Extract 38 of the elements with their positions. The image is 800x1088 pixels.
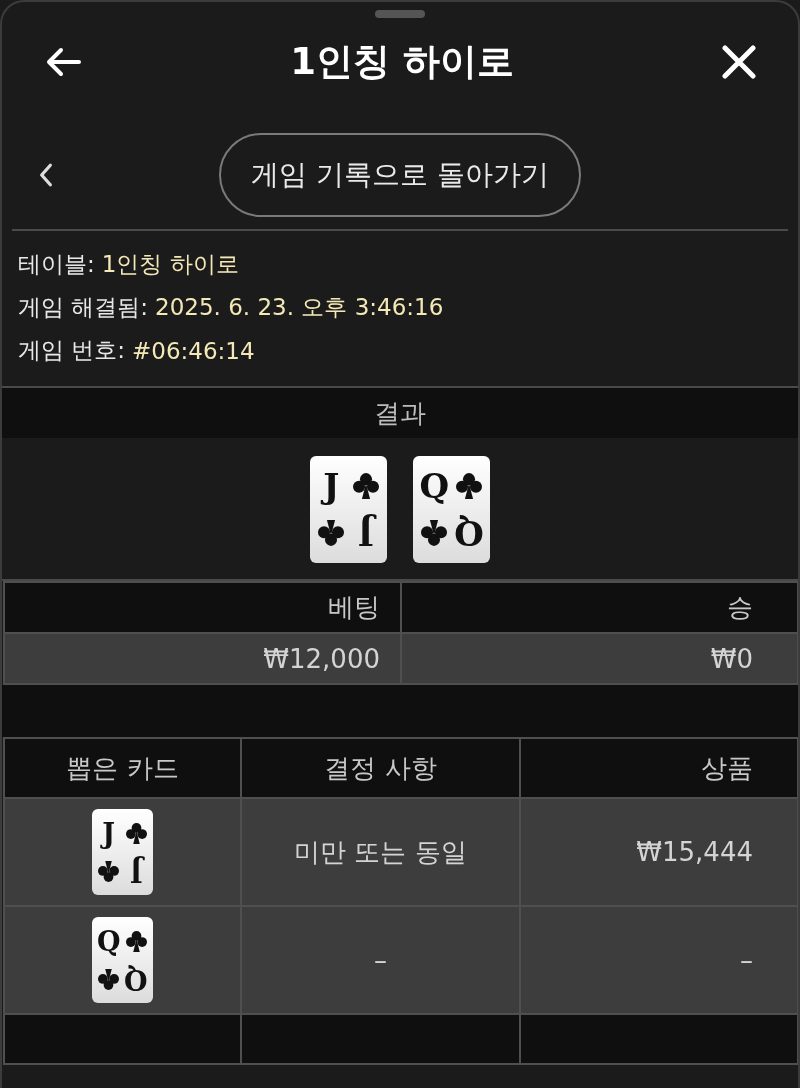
chevron-left-icon[interactable] xyxy=(38,162,54,188)
detail-label: 게임 해결됨: xyxy=(18,293,149,322)
back-to-history-button[interactable]: 게임 기록으로 돌아가기 xyxy=(219,133,581,217)
sheet-title: 1인칭 하이로 xyxy=(290,39,514,85)
card-rank: Q xyxy=(453,516,484,551)
column-header: 승 xyxy=(401,582,798,633)
table-cell: ₩12,000 xyxy=(4,633,401,684)
card-rank: Q xyxy=(124,965,148,993)
detail-label: 테이블: xyxy=(18,250,95,279)
club-icon xyxy=(125,930,147,952)
club-icon xyxy=(98,968,120,990)
club-icon xyxy=(125,822,147,844)
section-header: 결과 xyxy=(2,388,798,438)
drag-handle[interactable] xyxy=(375,10,425,18)
club-icon xyxy=(352,472,379,499)
card-rank: J xyxy=(129,857,143,885)
table-cell: 미만 또는 동일 xyxy=(241,798,520,906)
table-cell: – xyxy=(520,906,798,1014)
detail-label: 게임 번호: xyxy=(18,336,126,365)
club-icon xyxy=(98,860,120,882)
detail-value: 2025. 6. 23. 오후 3:46:16 xyxy=(155,293,444,322)
column-header: 상품 xyxy=(520,738,798,798)
detail-value: 1인칭 하이로 xyxy=(101,250,239,279)
back-arrow-icon[interactable] xyxy=(44,47,82,77)
card-rank: J xyxy=(102,819,116,847)
card-rank: Q xyxy=(419,468,450,503)
club-icon xyxy=(318,520,345,547)
column-header: 베팅 xyxy=(4,582,401,633)
card-rank: Q xyxy=(97,927,121,955)
detail-value: #06:46:14 xyxy=(132,337,255,364)
table-cell: ₩15,444 xyxy=(520,798,798,906)
column-header: 뽑은 카드 xyxy=(4,738,241,798)
close-icon[interactable] xyxy=(722,45,756,79)
club-icon xyxy=(455,472,482,499)
table-cell: – xyxy=(241,906,520,1014)
table-cell: ₩0 xyxy=(401,633,798,684)
column-header: 결정 사항 xyxy=(241,738,520,798)
club-icon xyxy=(421,520,448,547)
